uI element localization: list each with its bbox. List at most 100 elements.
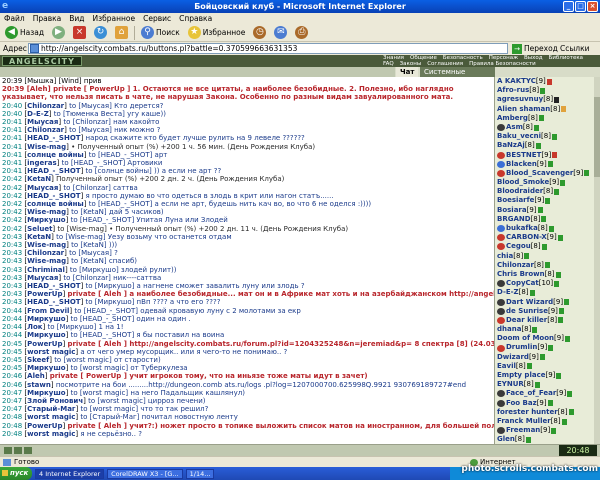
user-info-icon[interactable] [534,381,540,388]
user-row[interactable]: Chilonzar [8] [495,261,600,270]
message-author[interactable]: D-E-Z [27,110,49,118]
message-author[interactable]: ingeras [27,159,56,167]
message-author[interactable]: Wise-mag [27,143,66,151]
user-row[interactable]: Bosiara [9] [495,206,600,215]
user-row[interactable]: Face_of_Fear [9] [495,389,600,398]
message-author[interactable]: Миркушо [27,315,65,323]
user-row[interactable]: Glen [8] [495,435,600,444]
user-info-icon[interactable] [568,409,574,416]
message-author[interactable]: Злой Ронович [27,397,83,405]
user-name[interactable]: Blood_Scavenger [506,169,573,178]
user-name[interactable]: Franck Muller [497,417,551,426]
user-name[interactable]: Chris Brown [497,270,545,279]
user-info-icon[interactable] [533,124,539,131]
user-name[interactable]: Glen [497,435,515,444]
user-info-icon[interactable] [548,345,554,352]
user-info-icon[interactable] [558,317,564,324]
user-row[interactable]: Foo Baz [9] [495,399,600,408]
stop-button[interactable]: × [71,25,88,41]
user-row[interactable]: Afro-rus [8] [495,86,600,95]
user-row[interactable]: Alien shaman [8] [495,105,600,114]
message-author[interactable]: Seluet [27,225,52,233]
message-author[interactable]: Wise-mag [27,257,66,265]
user-name[interactable]: BRGAND [497,215,531,224]
user-info-icon[interactable] [541,243,547,250]
user-info-icon[interactable] [556,372,562,379]
message-author[interactable]: Aleh [27,372,45,380]
user-info-icon[interactable] [561,106,567,113]
user-name[interactable]: Foo Baz [506,399,537,408]
address-input[interactable]: http://angelscity.combats.ru/buttons.pl?… [28,43,508,54]
user-row[interactable]: Doom of Moon [9] [495,334,600,343]
message-author[interactable]: Миркушо [27,216,65,224]
user-row[interactable]: chia [8] [495,252,600,261]
message-author[interactable]: Chilonzar [27,102,64,110]
user-name[interactable]: dhana [497,325,521,334]
message-author[interactable]: Лок [27,323,42,331]
user-name[interactable]: D-E-Z [497,288,519,297]
user-info-icon[interactable] [557,234,563,241]
user-name[interactable]: Freeman [506,426,540,435]
forward-button[interactable]: ▶ [50,25,67,41]
user-info-icon[interactable] [540,87,546,94]
message-author[interactable]: Мыусая [27,274,58,282]
user-row[interactable]: Empty place [9] [495,371,600,380]
maximize-button[interactable]: □ [575,1,586,12]
user-info-icon[interactable] [538,115,544,122]
message-author[interactable]: HEAD_-_SHOT [27,167,80,175]
user-row[interactable]: D-E-Z [8] [495,288,600,297]
message-author[interactable]: HEAD_-_SHOT [27,282,80,290]
user-info-icon[interactable] [558,308,564,315]
user-info-icon[interactable] [551,427,557,434]
user-row[interactable]: Eavil [8] [495,362,600,371]
minimize-button[interactable]: _ [563,1,574,12]
favorites-button[interactable]: ★ Избранное [186,25,248,41]
user-row[interactable]: Drumlin [9] [495,343,600,352]
message-author[interactable]: From Devil [27,307,69,315]
back-button[interactable]: ◀ Назад [3,25,46,41]
message-author[interactable]: Chriminal [27,266,65,274]
user-info-icon[interactable] [555,271,561,278]
refresh-button[interactable]: ↻ [92,25,109,41]
chat-log[interactable]: 20:39 [Мышка] [Wind] прив 20:39 [Aleh] p… [0,77,494,444]
message-author[interactable]: Миркушо [27,364,65,372]
message-author[interactable]: Wise-mag [27,208,66,216]
user-info-icon[interactable] [560,179,566,186]
message-author[interactable]: HEAD_-_SHOT [27,134,80,142]
task-internet-explorer[interactable]: 4 Internet Explorer [35,468,105,479]
user-row[interactable]: BaNzAj [8] [495,141,600,150]
scrollbar-thumb[interactable] [594,97,600,177]
message-author[interactable]: Мыусая [27,118,58,126]
user-name[interactable]: A KAKTYC [497,77,536,86]
user-list-scrollbar[interactable] [594,77,600,444]
user-info-icon[interactable] [525,436,531,443]
user-info-icon[interactable] [532,326,538,333]
message-author[interactable]: Wise-mag [27,241,66,249]
message-author[interactable]: stawn [27,381,51,389]
message-author[interactable]: Миркушо [27,331,65,339]
user-info-icon[interactable] [545,198,551,205]
user-name[interactable]: CARBON-X [506,233,547,242]
user-name[interactable]: EYNUR [497,380,524,389]
user-info-icon[interactable] [548,225,554,232]
user-row[interactable]: Baku_vecni [8] [495,132,600,141]
user-name[interactable]: Chilonzar [497,261,534,270]
user-name[interactable]: agresuvnuy [497,95,543,104]
user-name[interactable]: Face_of_Fear [506,389,556,398]
user-info-icon[interactable] [554,280,560,287]
user-info-icon[interactable] [564,335,570,342]
user-row[interactable]: Bloodraider [8] [495,187,600,196]
home-button[interactable]: ⌂ [113,25,130,41]
user-row[interactable]: EYNUR [8] [495,380,600,389]
user-name[interactable]: bukafka [506,224,538,233]
task-coreldraw[interactable]: CorelDRAW X3 - [G... [107,468,183,479]
user-name[interactable]: Amberg [497,114,528,123]
user-info-icon[interactable] [526,363,532,370]
user-info-icon[interactable] [539,354,545,361]
filter-icon[interactable] [14,447,22,454]
user-name[interactable]: Alien shaman [497,105,550,114]
message-author[interactable]: Старый-Маг [27,405,75,413]
user-name[interactable]: Bloodraider [497,187,543,196]
user-info-icon[interactable] [529,289,535,296]
message-author[interactable]: HEAD_-_SHOT [27,192,80,200]
